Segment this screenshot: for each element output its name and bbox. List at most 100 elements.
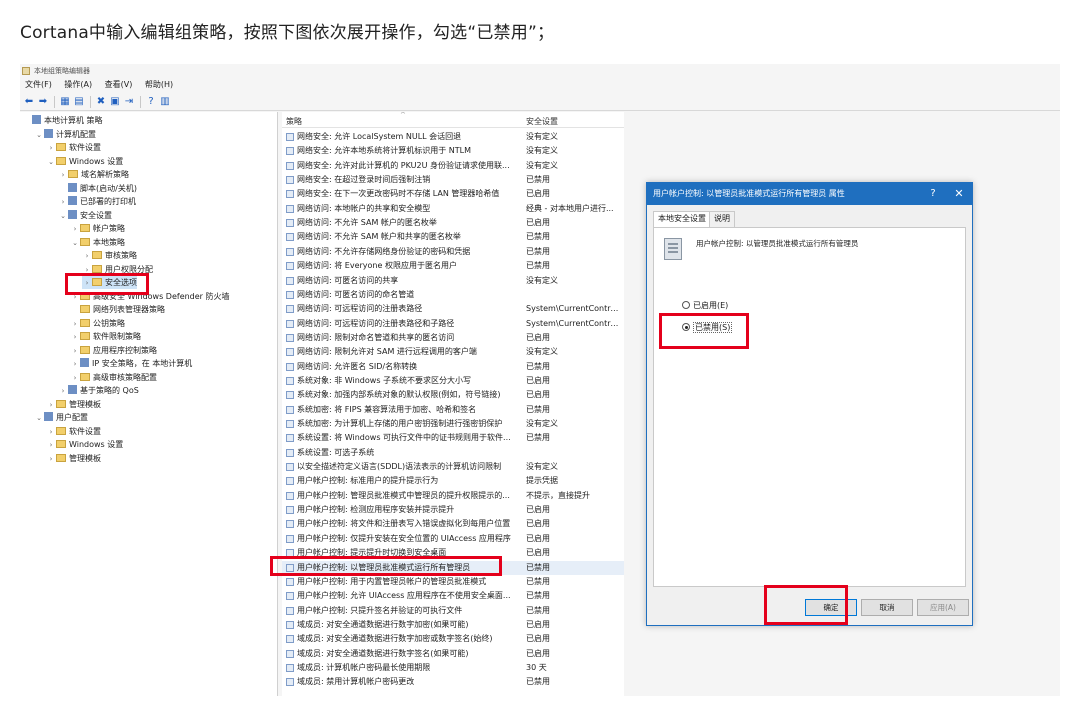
menu-view[interactable]: 查看(V) (100, 78, 138, 92)
view-icon[interactable]: ▥ (158, 95, 172, 109)
tree-item[interactable]: › 安全选项 (82, 276, 137, 289)
policy-row[interactable]: 用户帐户控制: 允许 UIAccess 应用程序在不使用安全桌面... 已禁用 (282, 589, 624, 603)
chevron-right-icon[interactable]: › (82, 277, 92, 290)
policy-row[interactable]: 网络访问: 不允许存储网络身份验证的密码和凭据 已禁用 (282, 245, 624, 259)
tree-item[interactable]: ⌄ 计算机配置 (34, 128, 96, 141)
chevron-right-icon[interactable]: › (46, 142, 56, 155)
tree-item[interactable]: › 帐户策略 (70, 222, 125, 235)
policy-row[interactable]: 网络安全: 在下一次更改密码时不存储 LAN 管理器哈希值 已启用 (282, 187, 624, 201)
policy-row[interactable]: 网络访问: 不允许 SAM 帐户的匿名枚举 已启用 (282, 216, 624, 230)
column-header-setting[interactable]: 安全设置 (526, 116, 558, 127)
policy-row[interactable]: 用户帐户控制: 只提升签名并验证的可执行文件 已禁用 (282, 604, 624, 618)
policy-row[interactable]: 以安全描述符定义语言(SDDL)语法表示的计算机访问限制 没有定义 (282, 460, 624, 474)
chevron-right-icon[interactable]: › (82, 250, 92, 263)
policy-row[interactable]: 网络访问: 可匿名访问的共享 没有定义 (282, 274, 624, 288)
radio-enabled[interactable]: 已启用(E) (682, 300, 728, 312)
tree-item[interactable]: › IP 安全策略，在 本地计算机 (70, 357, 192, 370)
tree-item[interactable]: › 域名解析策略 (58, 168, 129, 181)
chevron-right-icon[interactable]: › (70, 318, 80, 331)
chevron-right-icon[interactable]: › (58, 196, 68, 209)
chevron-down-icon[interactable]: ⌄ (46, 156, 56, 169)
chevron-right-icon[interactable]: › (46, 439, 56, 452)
chevron-right-icon[interactable]: › (58, 385, 68, 398)
policy-row[interactable]: 用户帐户控制: 以管理员批准模式运行所有管理员 已禁用 (282, 560, 624, 575)
column-header-policy[interactable]: 策略 (286, 116, 302, 127)
policy-row[interactable]: 网络安全: 允许 LocalSystem NULL 会话回退 没有定义 (282, 130, 624, 144)
policy-row[interactable]: 网络访问: 不允许 SAM 帐户和共享的匿名枚举 已禁用 (282, 230, 624, 244)
apply-button[interactable]: 应用(A) (917, 599, 969, 616)
radio-disabled-dot[interactable] (682, 323, 690, 331)
chevron-down-icon[interactable]: ⌄ (34, 412, 44, 425)
chevron-right-icon[interactable]: › (46, 399, 56, 412)
tree-item[interactable]: › 软件设置 (46, 425, 101, 438)
policy-row[interactable]: 系统对象: 非 Windows 子系统不要求区分大小写 已启用 (282, 374, 624, 388)
policy-row[interactable]: 网络访问: 限制对命名管道和共享的匿名访问 已启用 (282, 331, 624, 345)
policy-row[interactable]: 网络访问: 可远程访问的注册表路径 System\CurrentContro... (282, 302, 624, 316)
policy-row[interactable]: 网络访问: 将 Everyone 权限应用于匿名用户 已禁用 (282, 259, 624, 273)
policy-row[interactable]: 网络安全: 在超过登录时间后强制注销 已禁用 (282, 173, 624, 187)
tree-item[interactable]: 脚本(启动/关机) (58, 182, 137, 195)
show-hide-tree-icon[interactable]: ▤ (72, 95, 86, 109)
policy-row[interactable]: 系统加密: 将 FIPS 兼容算法用于加密、哈希和签名 已禁用 (282, 403, 624, 417)
close-button[interactable]: ✕ (951, 183, 967, 205)
tree-item[interactable]: › 软件限制策略 (70, 330, 141, 343)
forward-icon[interactable]: ➡ (36, 95, 50, 109)
tree-item[interactable]: › 管理模板 (46, 452, 101, 465)
policy-row[interactable]: 系统设置: 可选子系统 (282, 446, 624, 460)
policy-row[interactable]: 用户帐户控制: 仅提升安装在安全位置的 UIAccess 应用程序 已启用 (282, 532, 624, 546)
chevron-right-icon[interactable]: › (70, 331, 80, 344)
policy-row[interactable]: 域成员: 对安全通道数据进行数字签名(如果可能) 已启用 (282, 647, 624, 661)
policy-row[interactable]: 系统加密: 为计算机上存储的用户密钥强制进行强密钥保护 没有定义 (282, 417, 624, 431)
radio-disabled[interactable]: 已禁用(S) (682, 322, 733, 334)
chevron-right-icon[interactable]: › (70, 358, 80, 371)
policy-row[interactable]: 用户帐户控制: 用于内置管理员帐户的管理员批准模式 已禁用 (282, 575, 624, 589)
policy-row[interactable]: 用户帐户控制: 管理员批准模式中管理员的提升权限提示的... 不提示，直接提升 (282, 489, 624, 503)
policy-row[interactable]: 用户帐户控制: 标准用户的提升提示行为 提示凭据 (282, 474, 624, 488)
tree-item[interactable]: › 公钥策略 (70, 317, 125, 330)
chevron-right-icon[interactable]: › (70, 223, 80, 236)
ok-button[interactable]: 确定 (805, 599, 857, 616)
policy-row[interactable]: 用户帐户控制: 提示提升时切换到安全桌面 已启用 (282, 546, 624, 560)
tree-item[interactable]: › 审核策略 (82, 249, 137, 262)
policy-row[interactable]: 域成员: 计算机帐户密码最长使用期限 30 天 (282, 661, 624, 675)
menu-file[interactable]: 文件(F) (20, 78, 57, 92)
chevron-right-icon[interactable]: › (70, 291, 80, 304)
policy-row[interactable]: 网络访问: 允许匿名 SID/名称转换 已禁用 (282, 360, 624, 374)
help-icon[interactable]: ? (144, 95, 158, 109)
tree-item[interactable]: › 用户权限分配 (82, 263, 153, 276)
cancel-button[interactable]: 取消 (861, 599, 913, 616)
tree-item[interactable]: › 已部署的打印机 (58, 195, 136, 208)
tree-item[interactable]: ⌄ 用户配置 (34, 411, 88, 424)
policy-row[interactable]: 域成员: 对安全通道数据进行数字加密(如果可能) 已启用 (282, 618, 624, 632)
tab-local-security-setting[interactable]: 本地安全设置 (653, 211, 711, 227)
tree-item[interactable]: 本地计算机 策略 (22, 114, 103, 127)
up-folder-icon[interactable]: ▦ (58, 95, 72, 109)
tree-item[interactable]: ⌄ Windows 设置 (46, 155, 123, 168)
policy-row[interactable]: 域成员: 禁用计算机帐户密码更改 已禁用 (282, 675, 624, 689)
tree-item[interactable]: ⌄ 本地策略 (70, 236, 125, 249)
policy-row[interactable]: 用户帐户控制: 检测应用程序安装并提示提升 已启用 (282, 503, 624, 517)
tree-item[interactable]: › 高级安全 Windows Defender 防火墙 (70, 290, 230, 303)
chevron-right-icon[interactable]: › (70, 345, 80, 358)
tree-item[interactable]: ⌄ 安全设置 (58, 209, 112, 222)
chevron-right-icon[interactable]: › (46, 426, 56, 439)
policy-row[interactable]: 用户帐户控制: 将文件和注册表写入错误虚拟化到每用户位置 已启用 (282, 517, 624, 531)
chevron-right-icon[interactable]: › (46, 453, 56, 466)
chevron-right-icon[interactable]: › (82, 264, 92, 277)
chevron-down-icon[interactable]: ⌄ (34, 129, 44, 142)
policy-row[interactable]: 网络访问: 限制允许对 SAM 进行远程调用的客户端 没有定义 (282, 345, 624, 359)
tree-item[interactable]: › 管理模板 (46, 398, 101, 411)
policy-row[interactable]: 网络访问: 可远程访问的注册表路径和子路径 System\CurrentContr… (282, 317, 624, 331)
policy-row[interactable]: 网络安全: 允许对此计算机的 PKU2U 身份验证请求使用联... 没有定义 (282, 159, 624, 173)
policy-row[interactable]: 系统对象: 加强内部系统对象的默认权限(例如，符号链接) 已启用 (282, 388, 624, 402)
policy-row[interactable]: 域成员: 对安全通道数据进行数字加密或数字签名(始终) 已启用 (282, 632, 624, 646)
tree-item[interactable]: › 软件设置 (46, 141, 101, 154)
back-icon[interactable]: ⬅ (22, 95, 36, 109)
tab-explain[interactable]: 说明 (709, 211, 735, 227)
menu-action[interactable]: 操作(A) (59, 78, 97, 92)
properties-icon[interactable]: ▣ (108, 95, 122, 109)
help-button[interactable]: ? (925, 183, 941, 205)
export-icon[interactable]: ⇥ (122, 95, 136, 109)
chevron-down-icon[interactable]: ⌄ (70, 237, 80, 250)
radio-enabled-dot[interactable] (682, 301, 690, 309)
